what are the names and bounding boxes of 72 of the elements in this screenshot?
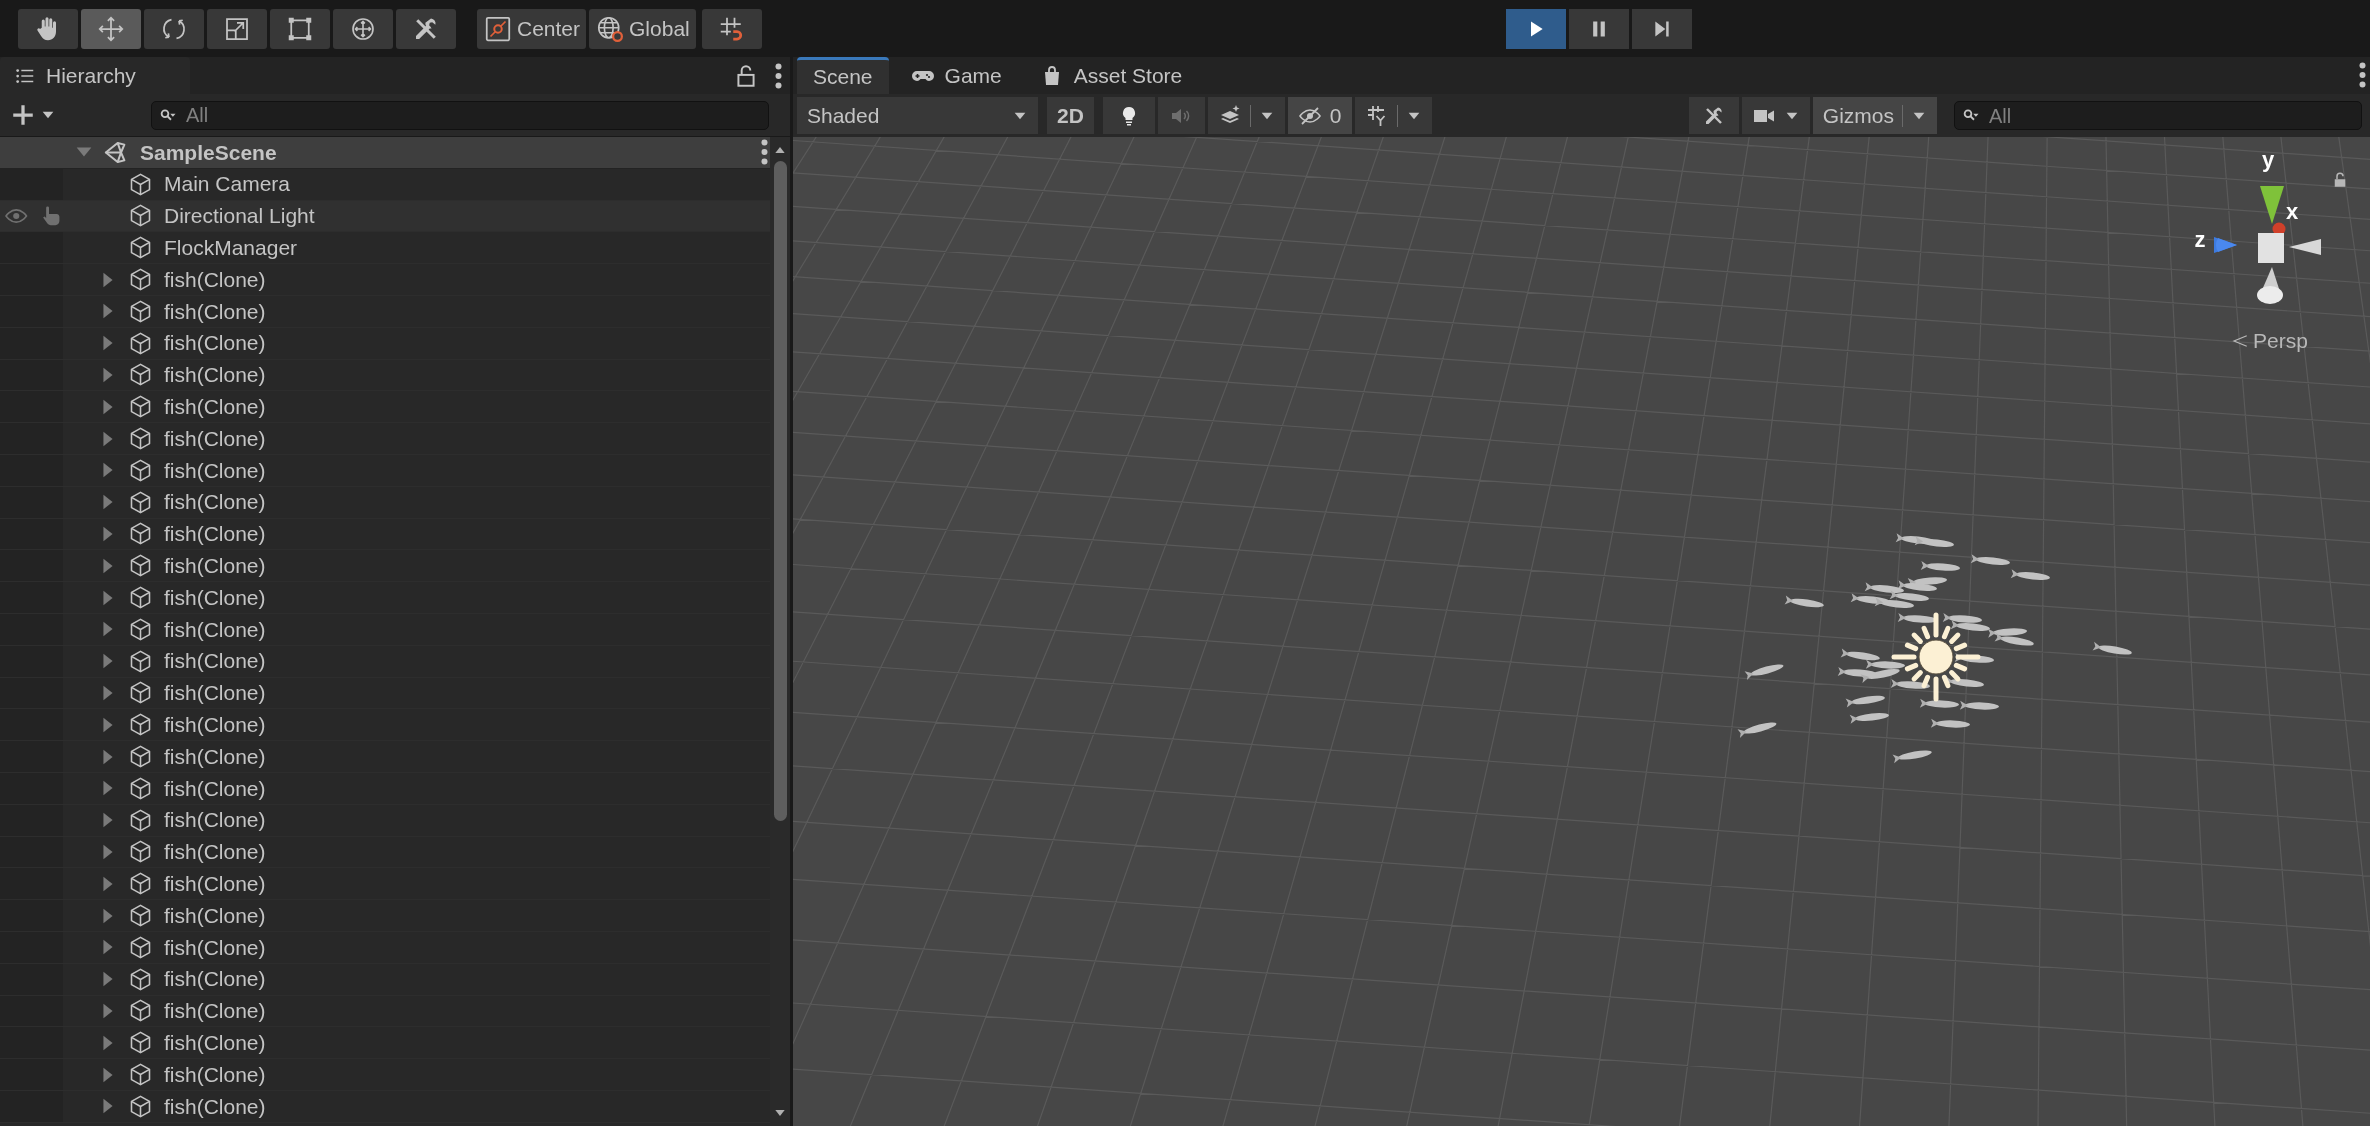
pivot-mode-button[interactable]: Center: [477, 8, 587, 49]
store-tab[interactable]: Asset Store: [1023, 57, 1199, 94]
step-button[interactable]: [1631, 8, 1692, 49]
play-button[interactable]: [1505, 8, 1566, 49]
hand-tool-button[interactable]: [18, 8, 78, 49]
scale-tool-button[interactable]: [207, 8, 267, 49]
pause-button[interactable]: [1568, 8, 1629, 49]
more-options-icon: [775, 62, 782, 89]
transform-tool-button[interactable]: [333, 8, 393, 49]
hierarchy-item[interactable]: fish(Clone): [0, 359, 770, 392]
custom-tool-button[interactable]: [396, 8, 456, 49]
projection-toggle[interactable]: Persp: [2231, 325, 2308, 357]
hierarchy-item[interactable]: fish(Clone): [0, 264, 770, 296]
hierarchy-item[interactable]: fish(Clone): [0, 613, 770, 646]
camera-dropdown[interactable]: [1741, 97, 1810, 134]
scene-tab[interactable]: Scene: [797, 57, 889, 94]
hidden-objects-toggle[interactable]: 0: [1287, 97, 1352, 134]
hierarchy-item[interactable]: fish(Clone): [0, 550, 770, 583]
hierarchy-item[interactable]: fish(Clone): [0, 1059, 770, 1091]
axis-label: y: [2261, 147, 2275, 172]
draw-mode-dropdown[interactable]: Shaded: [797, 97, 1038, 134]
hierarchy-item[interactable]: fish(Clone): [0, 1027, 770, 1060]
search-field[interactable]: All: [1954, 101, 2362, 130]
hierarchy-item[interactable]: fish(Clone): [0, 963, 770, 996]
hierarchy-item[interactable]: FlockManager: [0, 232, 770, 265]
hierarchy-item[interactable]: fish(Clone): [0, 391, 770, 424]
gizmos-dropdown[interactable]: Gizmos: [1812, 97, 1937, 134]
tools-button[interactable]: [1688, 97, 1739, 134]
scene-row[interactable]: SampleScene: [0, 137, 770, 169]
hierarchy-item[interactable]: fish(Clone): [0, 518, 770, 551]
sun-light-icon[interactable]: [1891, 612, 1981, 702]
lighting-toggle[interactable]: [1102, 97, 1155, 134]
hierarchy-item[interactable]: fish(Clone): [0, 995, 770, 1028]
orientation-gizmo-drawing[interactable]: [2214, 186, 2321, 304]
rotate-tool-button[interactable]: [144, 8, 204, 49]
plus-icon: [10, 102, 36, 128]
audio-toggle[interactable]: [1157, 97, 1205, 134]
hierarchy-item[interactable]: Directional Light: [0, 200, 770, 233]
game-tab[interactable]: Game: [894, 57, 1018, 94]
hierarchy-item[interactable]: fish(Clone): [0, 677, 770, 710]
hierarchy-item[interactable]: fish(Clone): [0, 645, 770, 678]
snap-button[interactable]: [701, 8, 762, 49]
hierarchy-item[interactable]: fish(Clone): [0, 327, 770, 360]
effects-dropdown[interactable]: [1207, 97, 1285, 134]
axis-label: z: [2194, 227, 2206, 252]
hierarchy-item[interactable]: fish(Clone): [0, 836, 770, 869]
hierarchy-item[interactable]: fish(Clone): [0, 804, 770, 837]
more-options-icon: [761, 139, 768, 166]
grid-dropdown[interactable]: [1354, 97, 1432, 134]
hierarchy-item[interactable]: fish(Clone): [0, 931, 770, 964]
hierarchy-item[interactable]: fish(Clone): [0, 900, 770, 932]
hierarchy-item[interactable]: fish(Clone): [0, 486, 770, 519]
hierarchy-item[interactable]: fish(Clone): [0, 868, 770, 901]
hierarchy-item[interactable]: fish(Clone): [0, 772, 770, 805]
axis-label: x: [2285, 199, 2299, 224]
hierarchy-item[interactable]: fish(Clone): [0, 454, 770, 487]
search-field[interactable]: All: [151, 100, 769, 130]
move-tool-button[interactable]: [81, 8, 141, 49]
rect-tool-button[interactable]: [270, 8, 330, 49]
space-mode-button[interactable]: Global: [589, 8, 696, 49]
more-options-icon: [2359, 62, 2366, 88]
scrollbar-thumb[interactable]: [773, 161, 787, 821]
hierarchy-item[interactable]: fish(Clone): [0, 1090, 770, 1123]
hierarchy-item[interactable]: Main Camera: [0, 168, 770, 201]
create-button[interactable]: [10, 102, 56, 128]
hierarchy-item[interactable]: fish(Clone): [0, 296, 770, 328]
hierarchy-item[interactable]: fish(Clone): [0, 709, 770, 742]
hierarchy-item[interactable]: fish(Clone): [0, 423, 770, 455]
mode-2d-toggle[interactable]: 2D: [1047, 97, 1094, 134]
hierarchy-tab[interactable]: Hierarchy: [0, 57, 190, 94]
hierarchy-item[interactable]: fish(Clone): [0, 741, 770, 773]
hierarchy-item[interactable]: fish(Clone): [0, 582, 770, 614]
